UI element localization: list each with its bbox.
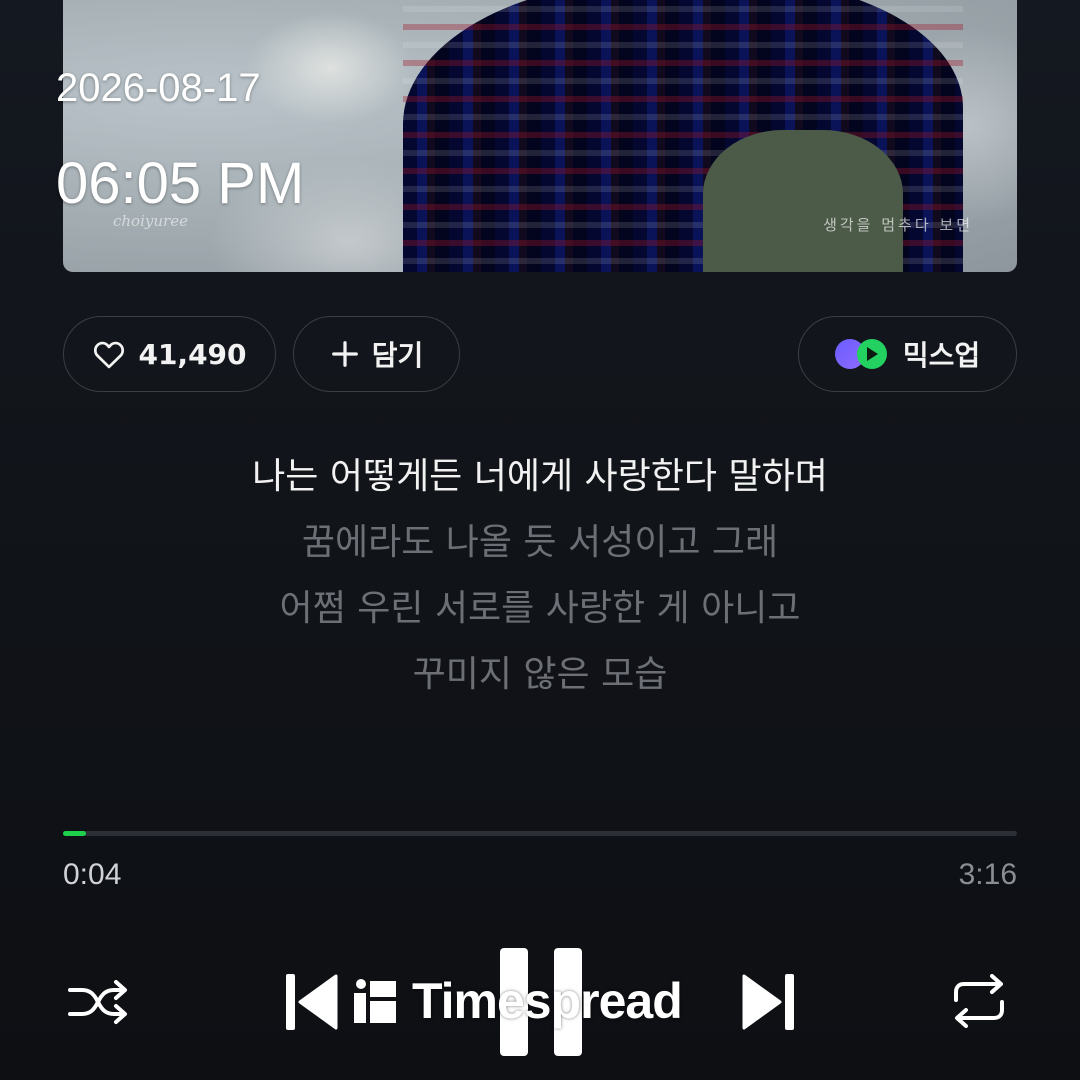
lyric-line: 어쩜 우린 서로를 사랑한 게 아니고 — [279, 588, 801, 629]
mixup-label: 믹스업 — [902, 339, 981, 372]
add-to-playlist-button[interactable]: 담기 — [293, 316, 460, 392]
lyric-line: 꿈에라도 나올 듯 서성이고 그래 — [301, 522, 779, 563]
album-sweater — [703, 130, 903, 272]
mixup-button[interactable]: 믹스업 — [798, 316, 1017, 392]
repeat-button[interactable] — [948, 974, 1010, 1028]
shuffle-button[interactable] — [66, 978, 130, 1026]
shuffle-icon — [68, 980, 127, 1024]
like-button[interactable]: 41,490 — [63, 316, 276, 392]
seek-bar[interactable] — [63, 831, 1017, 836]
album-caption: 생각을 멈추다 보면 — [823, 216, 973, 234]
watermark: Timespread — [354, 972, 683, 1030]
previous-track-button[interactable] — [282, 970, 340, 1034]
total-time: 3:16 — [958, 858, 1017, 891]
watermark-text: Timespread — [412, 973, 683, 1029]
heart-outline-icon — [94, 341, 125, 369]
album-art: choiyuree 생각을 멈추다 보면 — [63, 0, 1017, 272]
skip-next-icon — [742, 974, 794, 1030]
add-label: 담기 — [371, 339, 424, 372]
current-time: 0:04 — [63, 858, 122, 891]
timestamp-date: 2026-08-17 — [56, 66, 261, 110]
repeat-icon — [954, 974, 1004, 1028]
lyrics-panel[interactable]: 나는 어떻게든 너에게 사랑한다 말하며 꿈에라도 나올 듯 서성이고 그래 어… — [0, 444, 1080, 708]
timespread-logo-icon — [354, 979, 398, 1023]
like-count: 41,490 — [138, 337, 247, 371]
lyric-line: 나는 어떻게든 너에게 사랑한다 말하며 — [252, 456, 828, 497]
seek-bar-fill — [63, 831, 86, 836]
skip-previous-icon — [286, 974, 338, 1030]
plus-icon — [331, 341, 358, 367]
mixup-icon — [834, 337, 891, 371]
lyric-line: 꾸미지 않은 모습 — [412, 654, 668, 695]
next-track-button[interactable] — [740, 970, 798, 1034]
timestamp-time: 06:05 PM — [56, 151, 305, 216]
